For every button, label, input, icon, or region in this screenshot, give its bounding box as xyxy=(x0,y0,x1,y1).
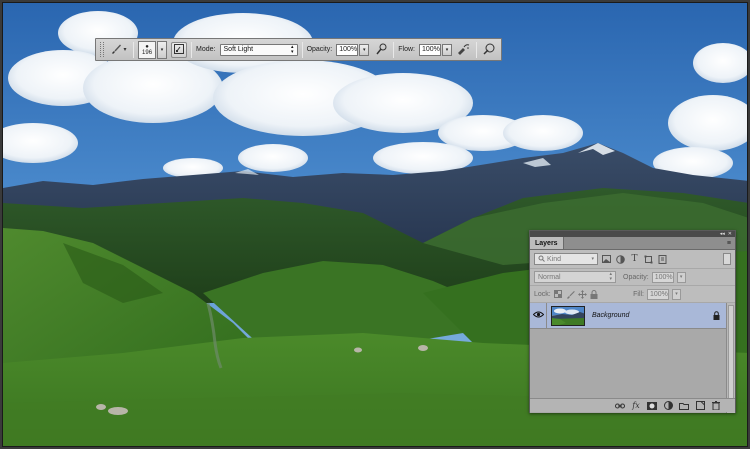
brush-options-bar: ▾ ● 196 ▾ Mode: Soft Light ▴ ▾ Opacity: 1… xyxy=(95,38,502,61)
adjustment-layer-icon[interactable] xyxy=(663,401,673,411)
pressure-size-button[interactable] xyxy=(481,42,497,58)
fill-label: Fill: xyxy=(633,290,644,298)
layer-name[interactable]: Background xyxy=(592,312,710,319)
lock-transparent-icon[interactable] xyxy=(554,290,563,299)
pressure-opacity-button[interactable] xyxy=(373,42,389,58)
separator xyxy=(301,41,303,58)
layer-opacity-dropdown[interactable]: ▾ xyxy=(676,271,686,283)
opacity-label[interactable]: Opacity: xyxy=(307,46,333,53)
layers-panel-footer: fx xyxy=(530,398,735,412)
lock-all-icon[interactable] xyxy=(590,289,599,299)
filter-type-icon[interactable]: T xyxy=(629,254,640,265)
search-icon xyxy=(538,255,545,264)
delete-layer-icon[interactable] xyxy=(711,401,721,411)
lock-label: Lock: xyxy=(534,290,551,298)
layer-opacity-input[interactable]: 100% xyxy=(651,271,674,283)
layer-mask-icon[interactable] xyxy=(647,401,657,411)
filter-kind-value: Kind xyxy=(547,255,562,263)
new-group-icon[interactable] xyxy=(679,401,689,411)
brush-preset-picker[interactable]: ● 196 ▾ xyxy=(138,40,168,59)
layers-panel: ◂◂ ✕ Layers ≡ Kind ▾ T Normal ▴ ▾ Opacit… xyxy=(529,230,736,413)
panel-tab-bar: Layers ≡ xyxy=(530,237,735,250)
flow-input[interactable]: 100% xyxy=(418,43,441,56)
filter-shape-icon[interactable] xyxy=(643,254,654,265)
tool-preset-picker[interactable]: ▾ xyxy=(108,42,129,58)
opacity-slider-dropdown[interactable]: ▾ xyxy=(359,43,370,56)
separator xyxy=(475,41,477,58)
layers-list: Background xyxy=(530,302,735,413)
layers-scrollbar[interactable] xyxy=(726,303,735,413)
blend-mode-select[interactable]: Normal ▴ ▾ xyxy=(534,271,616,283)
fx-icon[interactable]: fx xyxy=(631,401,641,411)
lock-image-pixels-icon[interactable] xyxy=(566,290,575,299)
updown-arrows-icon: ▴ ▾ xyxy=(291,43,294,55)
separator xyxy=(133,41,135,58)
fill-dropdown[interactable]: ▾ xyxy=(672,288,681,300)
mode-label: Mode: xyxy=(196,46,216,53)
airbrush-icon xyxy=(457,43,470,57)
brush-picker-dropdown[interactable]: ▾ xyxy=(157,40,168,59)
layer-opacity-label: Opacity: xyxy=(623,273,649,281)
layer-row-background[interactable]: Background xyxy=(530,302,726,329)
lock-icon[interactable] xyxy=(710,311,722,320)
lock-position-icon[interactable] xyxy=(577,289,587,299)
mode-select[interactable]: Soft Light ▴ ▾ xyxy=(219,43,298,56)
layer-visibility-toggle[interactable] xyxy=(530,302,547,329)
brush-preview: ● 196 xyxy=(138,40,157,59)
scrollbar-thumb[interactable] xyxy=(728,305,734,409)
separator xyxy=(191,41,193,58)
fill-input[interactable]: 100% xyxy=(647,288,669,300)
brush-tool-icon xyxy=(110,43,122,57)
filter-smart-object-icon[interactable] xyxy=(657,254,668,265)
toggle-brush-panel-icon xyxy=(174,43,185,56)
panel-menu-icon[interactable]: ≡ xyxy=(727,240,735,249)
layer-filter-row: Kind ▾ T xyxy=(530,250,735,269)
layer-thumbnail[interactable] xyxy=(551,305,585,326)
options-bar-grip[interactable] xyxy=(100,42,104,57)
filter-kind-select[interactable]: Kind ▾ xyxy=(534,253,598,265)
tab-layers[interactable]: Layers xyxy=(530,237,564,249)
eye-icon xyxy=(532,311,544,320)
close-panel-icon[interactable]: ✕ xyxy=(728,231,732,237)
mode-value: Soft Light xyxy=(223,46,254,53)
filter-adjustment-icon[interactable] xyxy=(615,254,626,265)
link-layers-icon[interactable] xyxy=(615,401,625,411)
brush-size: 196 xyxy=(142,49,153,56)
opacity-input[interactable]: 100% xyxy=(336,43,359,56)
chevron-down-icon: ▾ xyxy=(123,47,127,53)
new-layer-icon[interactable] xyxy=(695,401,705,411)
flow-slider-dropdown[interactable]: ▾ xyxy=(441,43,452,56)
filter-toggle-switch[interactable] xyxy=(723,253,731,265)
blend-mode-value: Normal xyxy=(538,273,561,281)
filter-pixel-icon[interactable] xyxy=(601,254,612,265)
lock-row: Lock: Fill: 100% ▾ xyxy=(530,286,735,303)
toggle-brush-panel-button[interactable] xyxy=(171,41,188,58)
airbrush-button[interactable] xyxy=(456,42,472,58)
separator xyxy=(393,41,395,58)
collapse-panel-icon[interactable]: ◂◂ xyxy=(720,231,725,237)
pressure-size-icon xyxy=(483,43,495,57)
pressure-opacity-icon xyxy=(375,43,387,57)
blend-row: Normal ▴ ▾ Opacity: 100% ▾ xyxy=(530,269,735,286)
flow-label[interactable]: Flow: xyxy=(398,46,415,53)
